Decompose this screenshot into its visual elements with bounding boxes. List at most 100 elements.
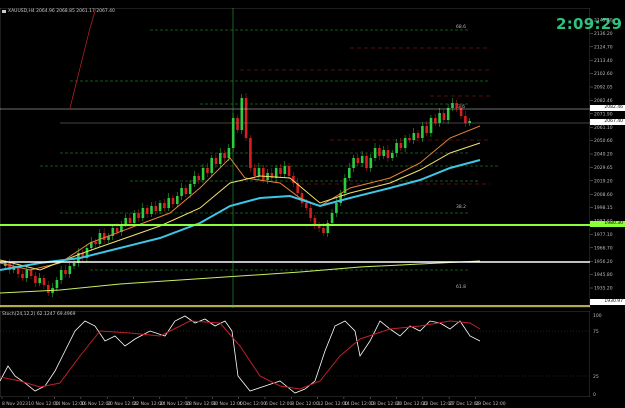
price-tick: 2071.90 <box>594 111 613 117</box>
price-tick: 1998.15 <box>594 205 613 211</box>
symbol-icon <box>2 10 6 13</box>
time-scale: 8 Nov 2023 10 Nov 12:0014 Nov 12:0016 Nov… <box>1 397 506 407</box>
resistance-price-label: 2082.46 <box>590 105 625 111</box>
candle-body <box>133 213 136 223</box>
time-tick: 4 Dec 12:00 <box>239 401 267 407</box>
price-tick: 1966.70 <box>594 245 613 251</box>
candle-body <box>38 278 41 283</box>
price-tick: 2136.20 <box>594 31 613 37</box>
candle-body <box>446 108 450 120</box>
candle-body <box>360 156 364 163</box>
candle-body <box>25 270 29 278</box>
candle-body <box>137 213 140 218</box>
price-tick: 2019.20 <box>594 178 613 184</box>
candle-body <box>455 103 459 108</box>
candle-body <box>322 228 325 233</box>
oscillator-scale: 100 75 25 0 <box>593 313 602 397</box>
candle-body <box>399 143 403 148</box>
candle-body <box>188 184 192 194</box>
candle-body <box>356 158 360 163</box>
candle-body <box>434 118 437 123</box>
price-tick: 2102.60 <box>594 71 613 77</box>
candle-body <box>317 226 321 228</box>
price-tick: 2050.60 <box>594 138 613 144</box>
candle-body <box>145 208 149 214</box>
fib-tag: 38.2 <box>456 204 466 210</box>
candle-body <box>59 270 63 280</box>
candle-body <box>197 176 201 180</box>
candle-body <box>416 133 420 138</box>
price-tick: 1977.10 <box>594 232 613 238</box>
candle-body <box>451 103 454 108</box>
candle-body <box>429 118 433 133</box>
candle-body <box>223 153 226 158</box>
candle-body <box>64 270 67 274</box>
candle-body <box>408 138 411 140</box>
candle-body <box>378 148 381 156</box>
price-tick: 2082.46 <box>594 98 613 104</box>
chart-window[interactable]: 68.6 23.6 38.2 61.8 XAUUSD,H4 2064.96 2068.… <box>0 0 625 408</box>
oscillator-label: Stoch(24,12,2) 62.1247 69.4969 <box>2 312 76 317</box>
price-tick: 2124.70 <box>594 44 613 50</box>
price-tick: 2008.60 <box>594 192 613 198</box>
candle-body <box>257 168 261 176</box>
price-tick: 2092.05 <box>594 85 613 91</box>
candle-body <box>335 203 338 213</box>
candle-body <box>253 168 256 176</box>
candle-body <box>158 203 162 211</box>
candle-body <box>395 143 398 153</box>
stochastic-oscillator[interactable] <box>0 311 590 397</box>
candle-body <box>154 206 158 211</box>
candle-body <box>124 218 127 224</box>
symbol-label: XAUUSD,H4 2064.96 2068.85 2061.17 2067.4… <box>8 9 115 14</box>
candle-body <box>206 168 209 173</box>
candle-body <box>34 276 37 283</box>
price-tick: 1935.20 <box>594 286 613 292</box>
candle-body <box>330 213 334 223</box>
candle-body <box>249 138 252 168</box>
candle-body <box>227 148 231 158</box>
price-tick: 2061.10 <box>594 125 613 131</box>
stoch-tick: 75 <box>593 329 599 335</box>
candle-body <box>412 133 416 140</box>
candle-body <box>262 168 265 180</box>
candle-body <box>150 206 153 214</box>
candle-body <box>287 166 291 176</box>
candle-body <box>94 242 97 244</box>
candle-body <box>391 153 394 158</box>
candle-body <box>464 116 467 123</box>
stoch-tick: 25 <box>593 374 599 380</box>
candle-body <box>382 150 385 156</box>
candle-body <box>352 158 355 168</box>
time-tick: 29 Dec 12:00 <box>475 401 505 407</box>
candle-body <box>442 113 446 120</box>
fib-tag: 68.6 <box>456 24 466 30</box>
support-price-label: 1980.30 <box>590 221 625 227</box>
price-tick: 2145.70 <box>594 18 613 24</box>
price-scale[interactable]: 2145.70 2136.20 2124.70 2113.40 2102.60 2092.… <box>590 8 625 308</box>
candle-body <box>193 176 196 184</box>
candle-body <box>47 285 50 293</box>
price-tick: 2029.65 <box>594 165 613 171</box>
time-tick: 8 Nov 2023 <box>2 401 28 407</box>
candle-body <box>184 188 188 194</box>
candle-body <box>167 198 170 208</box>
candle-body <box>236 118 239 130</box>
candle-body <box>180 188 183 196</box>
candle-body <box>438 113 441 123</box>
candle-body <box>425 126 428 133</box>
candle-body <box>214 158 218 164</box>
candle-body <box>468 121 471 123</box>
candle-body <box>365 156 368 168</box>
candle-body <box>348 168 351 178</box>
candle-body <box>403 138 407 148</box>
candle-body <box>128 218 132 223</box>
candle-body <box>244 98 248 138</box>
candle-body <box>279 168 282 174</box>
price-chart[interactable]: 68.623.638.261.8 <box>0 8 590 308</box>
candle-body <box>102 233 106 240</box>
low-price-label: 1930.97 <box>590 299 625 305</box>
price-tick: 2040.20 <box>594 152 613 158</box>
candle-body <box>210 158 213 173</box>
candle-body <box>141 208 145 218</box>
